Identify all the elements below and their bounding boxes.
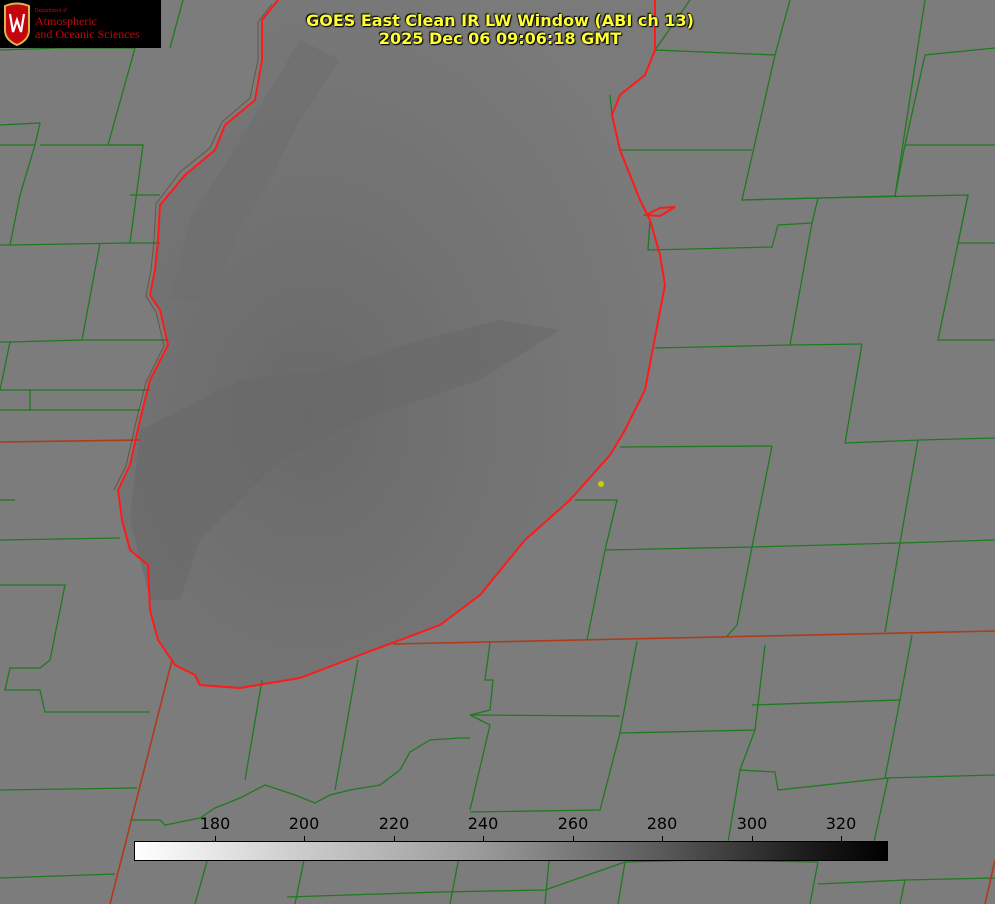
lake-michigan <box>118 0 665 688</box>
colorbar-tick-mark <box>483 836 484 842</box>
colorbar-tick-mark <box>841 836 842 842</box>
colorbar-tick-label: 260 <box>557 814 589 833</box>
colorbar-tick-label: 180 <box>199 814 231 833</box>
colorbar-tick-mark <box>394 836 395 842</box>
title-line1: GOES East Clean IR LW Window (ABI ch 13) <box>306 11 694 30</box>
colorbar-tick-mark <box>573 836 574 842</box>
colorbar-tick-label: 200 <box>288 814 320 833</box>
logo-line2: and Oceanic Sciences <box>35 27 140 41</box>
logo-line1: Atmospheric <box>35 14 97 28</box>
title-timestamp: 2025 Dec 06 09:06:18 GMT <box>378 29 622 48</box>
colorbar-tick-label: 240 <box>467 814 499 833</box>
satellite-map <box>0 0 995 904</box>
colorbar-tick-mark <box>215 836 216 842</box>
image-title: GOES East Clean IR LW Window (ABI ch 13)… <box>280 12 720 48</box>
colorbar-tick-label: 220 <box>378 814 410 833</box>
crest-icon <box>4 2 30 46</box>
colorbar-tick-mark <box>752 836 753 842</box>
colorbar-tick-label: 280 <box>646 814 678 833</box>
bay-notch <box>642 206 676 218</box>
location-marker <box>598 481 604 487</box>
colorbar-tick-mark <box>304 836 305 842</box>
uw-aos-logo: Department of Atmospheric and Oceanic Sc… <box>0 0 161 48</box>
colorbar-tick-label: 320 <box>825 814 857 833</box>
colorbar-tick-mark <box>662 836 663 842</box>
colorbar-tick-label: 300 <box>736 814 768 833</box>
temperature-colorbar <box>134 841 888 861</box>
